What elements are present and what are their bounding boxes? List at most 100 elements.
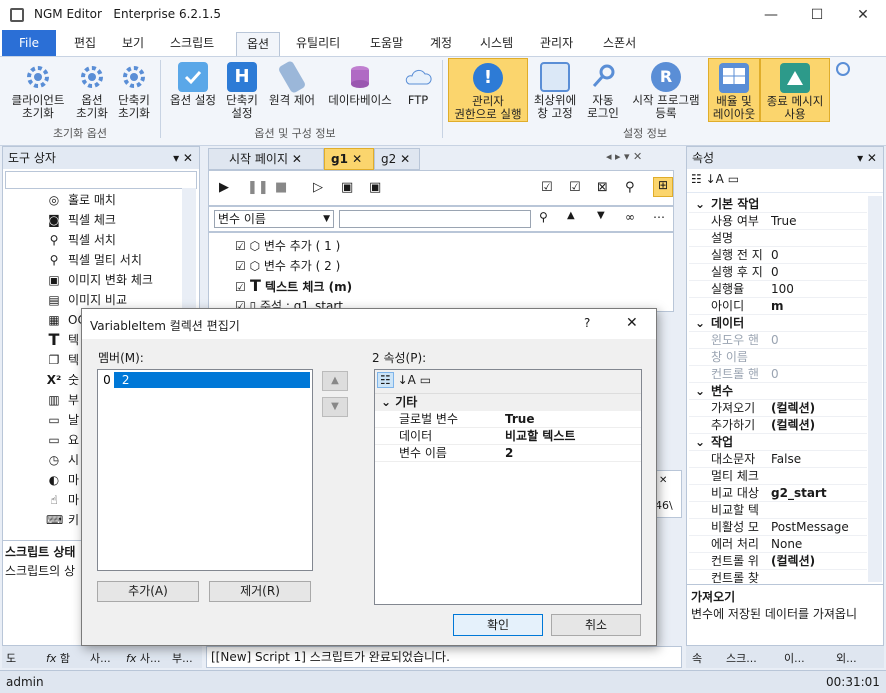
property-pages-icon[interactable]: ▭ (728, 172, 739, 186)
move-down-button[interactable]: ▼ (322, 397, 348, 417)
tab-image[interactable]: 이... (784, 650, 805, 666)
tab-script[interactable]: 스크... (726, 650, 757, 666)
auto-login-button[interactable]: 자동 로그인 (582, 62, 624, 120)
search-icon[interactable]: ⚲ (625, 180, 635, 195)
tool-item[interactable]: ▭ 요 (48, 430, 79, 450)
tool-item[interactable]: T텍 (49, 330, 80, 350)
menu-edit[interactable]: 편집 (64, 32, 106, 56)
members-list[interactable]: 0 2 (97, 369, 313, 571)
scale-layout-button[interactable]: 배율 및 레이아웃 (708, 58, 760, 122)
add-button[interactable]: 추가(A) (97, 581, 199, 602)
tool-item[interactable]: ⌨ 키 (46, 510, 79, 530)
property-row[interactable]: 컨트롤 핸0 (689, 366, 867, 383)
tool-item[interactable]: X² 숫 (47, 370, 79, 390)
menu-file[interactable]: File (2, 30, 56, 56)
search-down-button[interactable]: ▼ (597, 210, 605, 221)
help-button[interactable]: ? (584, 316, 590, 330)
script-line[interactable]: ☑ ⬡ 변수 추가 ( 2 ) (235, 257, 340, 274)
menu-script[interactable]: 스크립트 (160, 32, 224, 56)
tool-item[interactable]: ▥ 부 (48, 390, 79, 410)
tree-view-icon[interactable]: ⊞ (653, 177, 673, 197)
pin-window-button[interactable]: 최상위에 창 고정 (528, 62, 582, 120)
prop-row-data[interactable]: 데이터 비교할 텍스트 (375, 428, 641, 445)
property-row[interactable]: 사용 여부 True (689, 213, 867, 230)
menu-view[interactable]: 보기 (112, 32, 154, 56)
client-reset-button[interactable]: 클라이언트 초기화 (4, 62, 72, 120)
property-row[interactable]: 비활성 모 PostMessage (689, 519, 867, 536)
check-icon[interactable]: ☑ (569, 180, 581, 195)
tool-item[interactable]: ◷ 시 (49, 450, 79, 470)
play-icon[interactable]: ▶ (219, 180, 229, 195)
property-row[interactable]: 실행율 100 (689, 281, 867, 298)
property-row[interactable]: 비교할 텍 (689, 502, 867, 519)
remote-control-button[interactable]: 원격 제어 (262, 60, 322, 107)
property-row[interactable]: 아이디 m (689, 298, 867, 315)
property-row[interactable]: 설명 (689, 230, 867, 247)
tab-g2[interactable]: g2 ✕ (374, 148, 420, 170)
property-category[interactable]: ⌄ 작업 (689, 434, 867, 451)
check-all-icon[interactable]: ☑ (541, 180, 553, 195)
cancel-button[interactable]: 취소 (551, 614, 641, 636)
property-row[interactable]: 가져오기 (컬렉션) (689, 400, 867, 417)
property-row[interactable]: 비교 대상 g2_start (689, 485, 867, 502)
close-button[interactable]: ✕ (840, 0, 886, 30)
variable-dropdown[interactable]: 변수 이름 ▼ (214, 210, 334, 228)
property-row[interactable]: 추가하기 (컬렉션) (689, 417, 867, 434)
editor-search-input[interactable] (339, 210, 531, 228)
property-row[interactable]: 실행 후 지0 (689, 264, 867, 281)
menu-options[interactable]: 옵션 (236, 32, 281, 56)
tool-item[interactable]: ☝ 마 (50, 490, 79, 510)
member-item[interactable]: 0 2 (100, 372, 310, 388)
tab-user1[interactable]: 사... (90, 650, 111, 666)
property-category[interactable]: ⌄ 데이터 (689, 315, 867, 332)
menu-system[interactable]: 시스템 (470, 32, 523, 56)
hotkey-reset-button[interactable]: 단축키 초기화 (112, 62, 156, 120)
sort-az-icon[interactable]: ↓A (398, 373, 416, 387)
step-icon[interactable]: ▷ (313, 180, 323, 195)
tab-toolbox[interactable]: 도 (6, 650, 16, 666)
tool-item[interactable]: ◙ 픽셀 체크 (48, 210, 116, 230)
dialog-close-button[interactable]: ✕ (626, 315, 638, 331)
category-row[interactable]: ⌄ 기타 (375, 394, 641, 411)
option-reset-button[interactable]: 옵션 초기화 (72, 62, 112, 120)
property-row[interactable]: 대소문자 False (689, 451, 867, 468)
menu-utility[interactable]: 유틸리티 (286, 32, 350, 56)
tab-addon[interactable]: 부... (172, 650, 193, 666)
tool-item[interactable]: ⚲ 픽셀 멀티 서치 (50, 250, 142, 270)
maximize-button[interactable]: ☐ (794, 0, 840, 30)
tab-nav-controls[interactable]: ◂ ▸ ▾ ✕ (606, 150, 682, 168)
property-row[interactable]: 에러 처리 None (689, 536, 867, 553)
tab-g1[interactable]: g1 ✕ (324, 148, 374, 170)
categorized-icon[interactable]: ☷ (691, 172, 702, 186)
pause-icon[interactable]: ❚❚ (247, 180, 269, 195)
tool-item[interactable]: ▭ 날 (48, 410, 79, 430)
more-icon[interactable]: ⋯ (653, 210, 665, 224)
loop-icon[interactable]: ∞ (625, 210, 635, 224)
run-as-admin-button[interactable]: ! 관리자 권한으로 실행 (448, 58, 528, 122)
property-row[interactable]: 멀티 체크 (689, 468, 867, 485)
menu-sponsor[interactable]: 스폰서 (593, 32, 646, 56)
tool-item[interactable]: ◐ 마 (49, 470, 79, 490)
categorized-icon[interactable]: ☷ (377, 372, 394, 388)
toolbox-search-input[interactable] (5, 171, 197, 189)
ftp-button[interactable]: FTP (398, 62, 438, 107)
exit-message-button[interactable]: 종료 메시지 사용 (760, 58, 830, 122)
tool-item[interactable]: ▤ 이미지 비교 (48, 290, 127, 310)
run-from-icon[interactable]: ▣ (341, 180, 353, 195)
tool-item[interactable]: ❐ 텍 (49, 350, 79, 370)
property-pages-icon[interactable]: ▭ (420, 373, 431, 387)
remove-button[interactable]: 제거(R) (209, 581, 311, 602)
startup-register-button[interactable]: R 시작 프로그램 등록 (624, 62, 708, 120)
search-icon[interactable]: ⚲ (539, 210, 548, 224)
tab-external[interactable]: 외... (836, 650, 857, 666)
tool-item[interactable]: ◎ 홀로 매치 (49, 190, 116, 210)
delete-icon[interactable]: ⊠ (597, 180, 608, 195)
property-category[interactable]: ⌄ 변수 (689, 383, 867, 400)
run-to-icon[interactable]: ▣ (369, 180, 381, 195)
property-row[interactable]: 창 이름 (689, 349, 867, 366)
prop-row-global[interactable]: 글로벌 변수 True (375, 411, 641, 428)
tab-properties[interactable]: 속 (692, 650, 702, 666)
menu-account[interactable]: 계정 (420, 32, 462, 56)
properties-scrollbar[interactable] (868, 196, 882, 582)
sort-az-icon[interactable]: ↓A (706, 172, 724, 186)
